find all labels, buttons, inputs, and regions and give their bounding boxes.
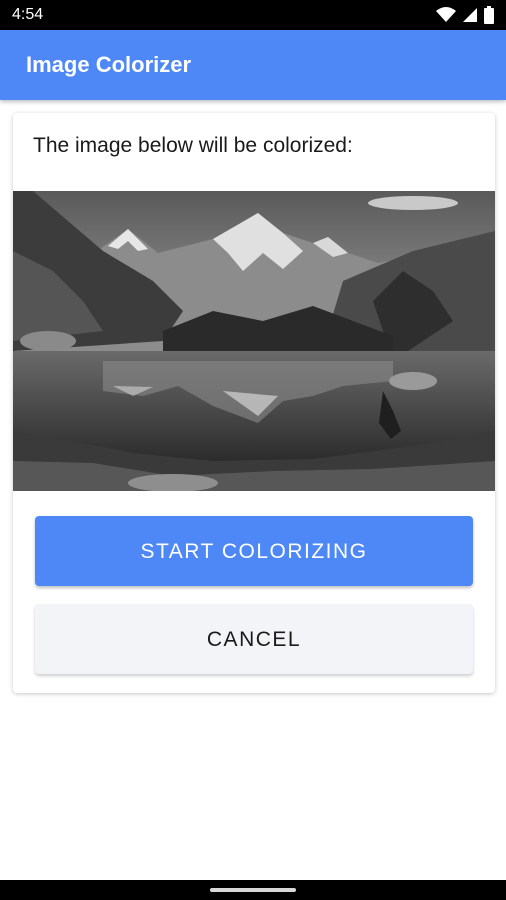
- start-colorizing-button[interactable]: START COLORIZING: [35, 516, 473, 586]
- battery-icon: [484, 6, 494, 29]
- app-bar: Image Colorizer: [0, 30, 506, 100]
- status-icons: [436, 6, 494, 29]
- home-gesture-handle[interactable]: [210, 888, 296, 892]
- status-bar: 4:54: [0, 0, 506, 30]
- cancel-button[interactable]: CANCEL: [35, 604, 473, 674]
- colorize-card: The image below will be colorized: START…: [13, 113, 495, 693]
- wifi-icon: [436, 7, 456, 28]
- instruction-text: The image below will be colorized:: [33, 134, 353, 157]
- status-time: 4:54: [12, 6, 44, 23]
- navigation-bar: [0, 880, 506, 900]
- grayscale-landscape-photo: [13, 191, 495, 491]
- app-title: Image Colorizer: [26, 52, 192, 77]
- landscape-image-icon: [13, 191, 495, 491]
- signal-icon: [462, 7, 478, 28]
